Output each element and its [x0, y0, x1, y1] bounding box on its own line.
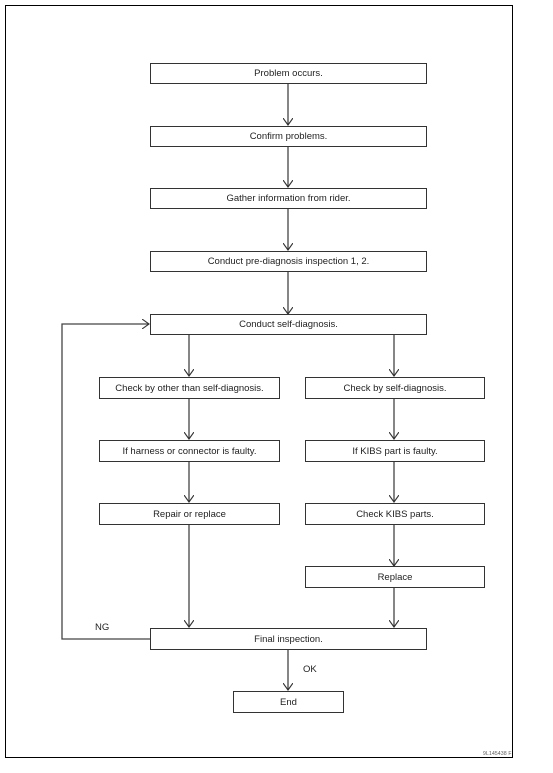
node-pre-diagnosis: Conduct pre-diagnosis inspection 1, 2. — [150, 251, 427, 272]
node-label: End — [280, 696, 297, 708]
node-label: Repair or replace — [153, 508, 226, 520]
figure-id: 9L145438 F — [483, 751, 512, 757]
node-label: Check by other than self-diagnosis. — [115, 382, 264, 394]
arrow-ng-loop — [61, 324, 150, 640]
node-label: Check KIBS parts. — [356, 508, 434, 520]
node-label: Confirm problems. — [249, 131, 328, 142]
node-label: Conduct self-diagnosis. — [239, 319, 338, 330]
node-check-kibs: Check KIBS parts. — [305, 503, 485, 525]
node-replace: Replace — [305, 566, 485, 588]
node-check-self: Check by self-diagnosis. — [305, 377, 485, 399]
node-self-diagnosis: Conduct self-diagnosis. — [150, 314, 427, 335]
node-label: Gather information from rider. — [226, 193, 351, 204]
edge-label-ok: OK — [303, 664, 317, 675]
node-label: Final inspection. — [254, 633, 323, 645]
node-end: End — [233, 691, 344, 713]
edge-label-ng: NG — [95, 622, 110, 633]
node-kibs-faulty: If KIBS part is faulty. — [305, 440, 485, 462]
node-problem-occurs: Problem occurs. — [150, 63, 427, 84]
node-check-other: Check by other than self-diagnosis. — [99, 377, 280, 399]
node-final-inspection: Final inspection. — [150, 628, 427, 650]
node-label: If KIBS part is faulty. — [352, 445, 438, 457]
node-gather-info: Gather information from rider. — [150, 188, 427, 209]
node-confirm-problems: Confirm problems. — [150, 126, 427, 147]
node-label: If harness or connector is faulty. — [122, 445, 257, 457]
node-label: Problem occurs. — [254, 68, 323, 79]
node-harness-faulty: If harness or connector is faulty. — [99, 440, 280, 462]
node-label: Conduct pre-diagnosis inspection 1, 2. — [207, 256, 370, 267]
node-label: Replace — [377, 571, 413, 583]
node-repair-replace: Repair or replace — [99, 503, 280, 525]
node-label: Check by self-diagnosis. — [343, 382, 447, 394]
